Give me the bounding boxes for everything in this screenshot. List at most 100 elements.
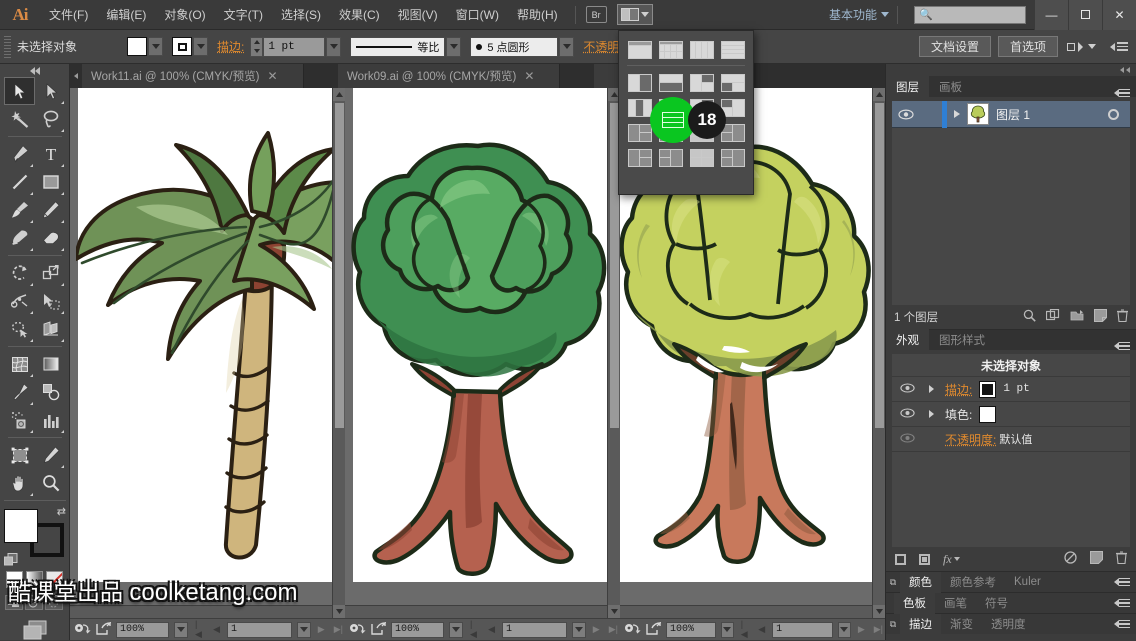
gradient-tool[interactable] <box>35 350 66 378</box>
tools-panel-grip[interactable] <box>0 64 69 77</box>
tab-symbols[interactable]: 符号 <box>976 593 1017 614</box>
arrange-option-single[interactable] <box>627 40 652 59</box>
tab-bar-grip[interactable] <box>70 64 82 88</box>
close-icon[interactable]: ✕ <box>524 69 534 83</box>
preflight-icon[interactable] <box>624 622 641 638</box>
line-segment-tool[interactable] <box>4 168 35 196</box>
menu-object[interactable]: 对象(O) <box>155 0 214 30</box>
arrange-option-top-big-2[interactable] <box>720 73 745 92</box>
dock-grip[interactable] <box>886 64 1136 76</box>
arrange-option-rows-4[interactable] <box>720 40 745 59</box>
appearance-stroke-label[interactable]: 描边: <box>945 381 972 398</box>
arrange-option-mixed-f[interactable] <box>720 148 745 167</box>
arrange-option-cols-4[interactable] <box>689 40 714 59</box>
shape-builder-tool[interactable] <box>4 315 35 343</box>
chevron-right-icon[interactable] <box>947 110 967 118</box>
eye-icon-dim[interactable] <box>896 433 918 446</box>
slice-tool[interactable] <box>35 441 66 469</box>
page-field-1[interactable]: 1 <box>227 622 292 638</box>
workspace-switcher[interactable]: 基本功能 <box>825 6 881 23</box>
expand-arrows-icon[interactable]: ⧉ <box>886 577 900 588</box>
menu-view[interactable]: 视图(V) <box>389 0 447 30</box>
new-layer-icon[interactable] <box>1094 309 1107 325</box>
new-sublayer-icon[interactable] <box>1070 309 1084 325</box>
document-tab-work09[interactable]: Work09.ai @ 100% (CMYK/预览) ✕ <box>338 64 560 88</box>
zoom-level-field-2[interactable]: 100% <box>391 622 444 638</box>
delete-layer-icon[interactable] <box>1117 309 1128 325</box>
first-page-button-3[interactable]: |◀ <box>739 619 751 640</box>
bridge-icon[interactable]: Br <box>586 6 607 23</box>
layers-panel-menu[interactable] <box>1114 89 1136 98</box>
delete-item-icon[interactable] <box>1116 551 1127 567</box>
fill-color-box[interactable] <box>4 509 38 543</box>
layer-name[interactable]: 图层 1 <box>989 106 1096 123</box>
page-field-2[interactable]: 1 <box>502 622 567 638</box>
menu-type[interactable]: 文字(T) <box>215 0 272 30</box>
arrange-option-grid-2x4[interactable] <box>658 40 683 59</box>
vertical-scrollbar-3[interactable] <box>872 88 885 618</box>
tab-appearance[interactable]: 外观 <box>886 329 929 350</box>
canvas-1[interactable] <box>70 88 332 618</box>
width-tool[interactable] <box>4 287 35 315</box>
menu-effect[interactable]: 效果(C) <box>330 0 389 30</box>
scale-tool[interactable] <box>35 259 66 287</box>
tab-graphic-styles[interactable]: 图形样式 <box>929 329 995 350</box>
arrange-option-mixed-e[interactable] <box>658 148 683 167</box>
next-page-button-2[interactable]: ▶ <box>591 624 602 635</box>
tab-swatches[interactable]: 色板 <box>894 593 935 614</box>
next-page-button-3[interactable]: ▶ <box>856 624 867 635</box>
tab-stroke[interactable]: 描边 <box>900 614 941 635</box>
zoom-tool[interactable] <box>35 469 66 497</box>
arrange-documents-panel[interactable]: 18 <box>618 30 754 195</box>
arrange-option-two-rows[interactable] <box>658 73 683 92</box>
tab-gradient[interactable]: 渐变 <box>941 614 982 635</box>
direct-selection-tool[interactable] <box>35 77 66 105</box>
clear-appearance-icon[interactable] <box>1064 551 1077 567</box>
fill-dropdown[interactable] <box>148 37 163 56</box>
arrange-option-two-cols[interactable] <box>627 73 652 92</box>
stroke-swatch[interactable] <box>172 37 192 56</box>
appearance-opacity-label[interactable]: 不透明度: <box>945 431 996 448</box>
document-tab-work11[interactable]: Work11.ai @ 100% (CMYK/预览) ✕ <box>82 64 304 88</box>
scroll-thumb-1[interactable] <box>335 103 344 428</box>
add-new-stroke-icon[interactable] <box>895 554 906 565</box>
minimize-button[interactable]: — <box>1034 0 1068 30</box>
appearance-row-fill[interactable]: 填色: <box>892 402 1130 427</box>
last-page-button-3[interactable]: ▶| <box>872 624 885 635</box>
stroke-weight-stepper[interactable] <box>250 37 263 57</box>
last-page-button-1[interactable]: ▶| <box>332 624 345 635</box>
tab-layers[interactable]: 图层 <box>886 76 929 97</box>
artboard-tool[interactable] <box>4 441 35 469</box>
zoom-dropdown-3[interactable] <box>721 622 734 638</box>
blob-brush-tool[interactable] <box>4 224 35 252</box>
expand-arrows-icon[interactable]: ⧉ <box>886 619 900 630</box>
share-icon[interactable] <box>646 622 661 638</box>
make-clipping-mask-icon[interactable] <box>1046 309 1060 325</box>
brush-dropdown[interactable] <box>559 37 574 57</box>
free-transform-tool[interactable] <box>35 287 66 315</box>
close-button[interactable]: ✕ <box>1102 0 1136 30</box>
zoom-level-field-3[interactable]: 100% <box>666 622 716 638</box>
tab-artboards[interactable]: 画板 <box>929 76 972 97</box>
appearance-stroke-value[interactable]: 1 pt <box>1003 383 1029 395</box>
perspective-grid-tool[interactable] <box>35 315 66 343</box>
appearance-empty-area[interactable] <box>892 452 1130 547</box>
arrange-option-three-cols[interactable] <box>627 98 652 117</box>
menu-help[interactable]: 帮助(H) <box>508 0 567 30</box>
blend-tool[interactable] <box>35 378 66 406</box>
eye-icon[interactable] <box>896 383 918 396</box>
align-dropdown[interactable] <box>1067 40 1096 54</box>
zoom-dropdown-1[interactable] <box>174 622 188 638</box>
lasso-tool[interactable] <box>35 105 66 133</box>
tab-kuler[interactable]: Kuler <box>1005 572 1050 593</box>
paintbrush-tool[interactable] <box>4 196 35 224</box>
canvas-2[interactable] <box>345 88 607 618</box>
prev-page-button-1[interactable]: ◀ <box>211 624 222 635</box>
arrange-option-mixed-d[interactable] <box>627 148 652 167</box>
eyedropper-tool[interactable] <box>4 378 35 406</box>
eye-icon[interactable] <box>894 109 918 120</box>
stroke-profile-dropdown[interactable] <box>446 37 461 57</box>
tab-brushes[interactable]: 画笔 <box>935 593 976 614</box>
appearance-row-opacity[interactable]: 不透明度: 默认值 <box>892 427 1130 452</box>
symbol-sprayer-tool[interactable] <box>4 406 35 434</box>
